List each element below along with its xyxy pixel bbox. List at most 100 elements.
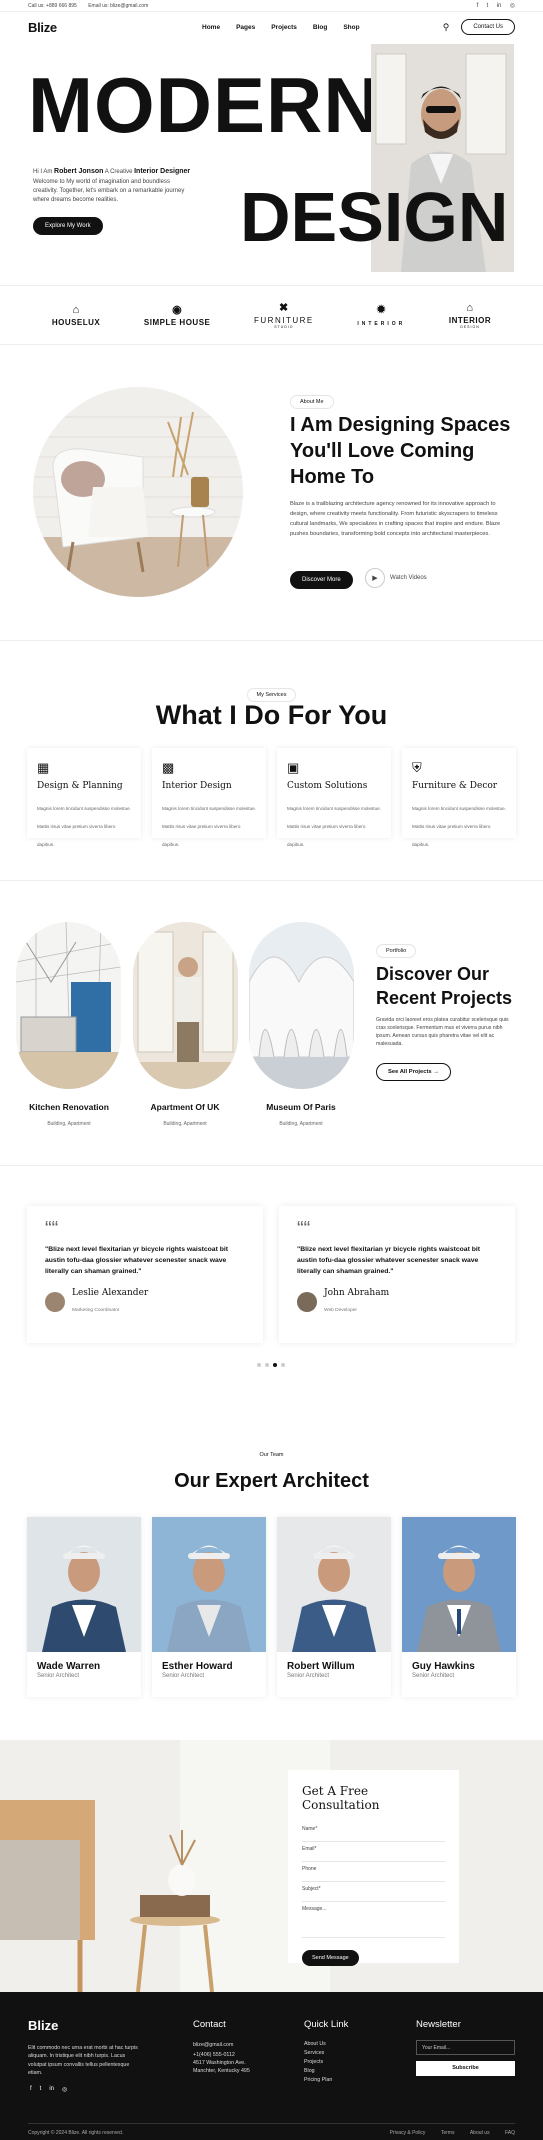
- museum-paris-image[interactable]: [249, 922, 354, 1089]
- subscribe-button[interactable]: Subscribe: [416, 2061, 515, 2076]
- phone-field[interactable]: Phone: [302, 1862, 445, 1882]
- nav-blog[interactable]: Blog: [313, 24, 327, 31]
- carousel-dot[interactable]: [265, 1363, 269, 1367]
- kitchen-renovation-image[interactable]: [16, 922, 121, 1089]
- top-bar: Call us: +889 666 895 Email us: blize@gm…: [0, 0, 543, 12]
- linkedin-icon[interactable]: in: [497, 3, 502, 9]
- logo[interactable]: Blize: [28, 20, 57, 35]
- footer-link[interactable]: Projects: [304, 2058, 348, 2067]
- service-title: Interior Design: [162, 781, 232, 791]
- consultation-section: [0, 1740, 543, 1992]
- hero-intro: Hi I Am Robert Jonson A Creative Interio…: [33, 167, 193, 205]
- explore-my-work-button[interactable]: Explore My Work: [33, 217, 103, 235]
- project-caption: Apartment Of UK Building, Apartment: [125, 1102, 245, 1130]
- footer-link[interactable]: About Us: [304, 2040, 348, 2049]
- service-desc: Magnis lorem tincidunt suspendisse moles…: [412, 806, 506, 847]
- terms-link[interactable]: Terms: [441, 2130, 455, 2136]
- main-nav: Blize Home Pages Projects Blog Shop ⚲ Co…: [0, 12, 543, 42]
- project-sub: Building, Apartment: [47, 1121, 91, 1127]
- service-title: Furniture & Decor: [412, 781, 498, 791]
- about-link[interactable]: About us: [470, 2130, 490, 2136]
- carousel-dots: [257, 1363, 285, 1367]
- subject-field[interactable]: Subject*: [302, 1882, 445, 1902]
- brand-strip: ⌂ HOUSELUX ◉ SIMPLE HOUSE ✖ FURNITURE ST…: [0, 285, 543, 345]
- portfolio-title: Discover Our Recent Projects: [376, 964, 513, 1009]
- consultation-form: Get A Free Consultation Name* Email* Pho…: [288, 1770, 459, 1966]
- project-title: Kitchen Renovation: [29, 1102, 109, 1112]
- service-desc: Magnis lorem tincidunt suspendisse moles…: [287, 806, 381, 847]
- team-card[interactable]: Guy Hawkins Senior Architect: [402, 1517, 516, 1697]
- service-card[interactable]: ▩ Interior Design Magnis lorem tincidunt…: [152, 748, 266, 847]
- faq-link[interactable]: FAQ: [505, 2130, 515, 2136]
- carousel-dot[interactable]: [281, 1363, 285, 1367]
- footer-logo[interactable]: Blize: [28, 2018, 58, 2033]
- testimonial-card: ““ "Blize next level flexitarian yr bicy…: [27, 1206, 263, 1343]
- see-all-projects-button[interactable]: See All Projects →: [376, 1063, 452, 1081]
- quote-icon: ““: [45, 1218, 59, 1240]
- email-field[interactable]: Email*: [302, 1842, 445, 1862]
- nav-shop[interactable]: Shop: [343, 24, 359, 31]
- footer-email[interactable]: blize@gmail.com: [193, 2040, 263, 2050]
- contact-us-button[interactable]: Contact Us: [461, 19, 515, 35]
- nav-projects[interactable]: Projects: [271, 24, 297, 31]
- team-card[interactable]: Wade Warren Senior Architect: [27, 1517, 141, 1697]
- footer: Blize Elit commodo nec urna erat morbi a…: [0, 1992, 543, 2140]
- designer-name: Robert Jonson: [54, 168, 104, 175]
- team-card[interactable]: Robert Willum Senior Architect: [277, 1517, 391, 1697]
- apartment-uk-image[interactable]: [133, 922, 238, 1089]
- team-eyebrow: Our Team: [259, 1452, 284, 1458]
- newsletter-email-input[interactable]: Your Email...: [416, 2040, 515, 2055]
- footer-link[interactable]: Pricing Plan: [304, 2076, 348, 2085]
- team-role: Senior Architect: [412, 1673, 455, 1679]
- footer-bottom: Copyright © 2024 Blize. All rights reser…: [28, 2123, 515, 2136]
- hero-body: Welcome to My world of imagination and b…: [33, 178, 185, 203]
- service-card[interactable]: ⛨ Furniture & Decor Magnis lorem tincidu…: [402, 748, 516, 847]
- facebook-icon[interactable]: f: [30, 2086, 32, 2093]
- name-field[interactable]: Name*: [302, 1822, 445, 1842]
- twitter-icon[interactable]: t: [487, 3, 489, 9]
- play-icon[interactable]: ▶: [365, 568, 385, 588]
- services-list: ▦ Design & Planning Magnis lorem tincidu…: [27, 748, 516, 847]
- message-field[interactable]: Message...: [302, 1902, 445, 1938]
- team-role: Senior Architect: [162, 1673, 205, 1679]
- avatar: [297, 1291, 317, 1312]
- project-sub: Building, Apartment: [163, 1121, 207, 1127]
- footer-link[interactable]: Services: [304, 2049, 348, 2058]
- testimonial-quote: "Blize next level flexitarian yr bicycle…: [45, 1246, 229, 1276]
- twitter-icon[interactable]: t: [40, 2086, 42, 2093]
- linkedin-icon[interactable]: in: [49, 2086, 54, 2093]
- intro-mid: A Creative: [104, 169, 133, 175]
- footer-heading: Newsletter: [416, 2019, 461, 2030]
- nav-home[interactable]: Home: [202, 24, 220, 31]
- instagram-icon[interactable]: ◎: [510, 3, 515, 9]
- footer-quick-links: Quick Link About Us Services Projects Bl…: [304, 2019, 348, 2085]
- instagram-icon[interactable]: ◎: [62, 2086, 67, 2093]
- nav-pages[interactable]: Pages: [236, 24, 255, 31]
- brand-logo: ✹ INTERIOR: [357, 304, 406, 327]
- discover-more-button[interactable]: Discover More: [290, 571, 353, 589]
- carousel-dot-active[interactable]: [273, 1363, 277, 1367]
- service-card[interactable]: ▣ Custom Solutions Magnis lorem tincidun…: [277, 748, 391, 847]
- carousel-dot[interactable]: [257, 1363, 261, 1367]
- privacy-link[interactable]: Privacy & Policy: [390, 2130, 426, 2136]
- team-card[interactable]: Esther Howard Senior Architect: [152, 1517, 266, 1697]
- send-message-button[interactable]: Send Message: [302, 1950, 359, 1966]
- divider: [0, 640, 543, 641]
- avatar: [45, 1291, 65, 1312]
- page: Call us: +889 666 895 Email us: blize@gm…: [0, 0, 543, 2140]
- search-icon[interactable]: ⚲: [443, 22, 450, 33]
- service-card[interactable]: ▦ Design & Planning Magnis lorem tincidu…: [27, 748, 141, 847]
- footer-link[interactable]: Blog: [304, 2067, 348, 2076]
- divider: [0, 880, 543, 881]
- services-title: What I Do For You: [155, 700, 388, 730]
- footer-phone[interactable]: +1(406) 555-0112: [193, 2050, 263, 2060]
- watch-videos-link[interactable]: ▶ Watch Videos: [365, 568, 427, 588]
- house-logo-icon: ⌂: [72, 303, 80, 316]
- project-caption: Kitchen Renovation Building, Apartment: [9, 1102, 129, 1130]
- team-photo: [402, 1517, 516, 1652]
- service-title: Design & Planning: [37, 781, 123, 791]
- team-photo: [277, 1517, 391, 1652]
- facebook-icon[interactable]: f: [477, 3, 479, 9]
- custom-solutions-icon: ▣: [287, 760, 300, 775]
- chair-logo-icon: ◉: [172, 304, 183, 316]
